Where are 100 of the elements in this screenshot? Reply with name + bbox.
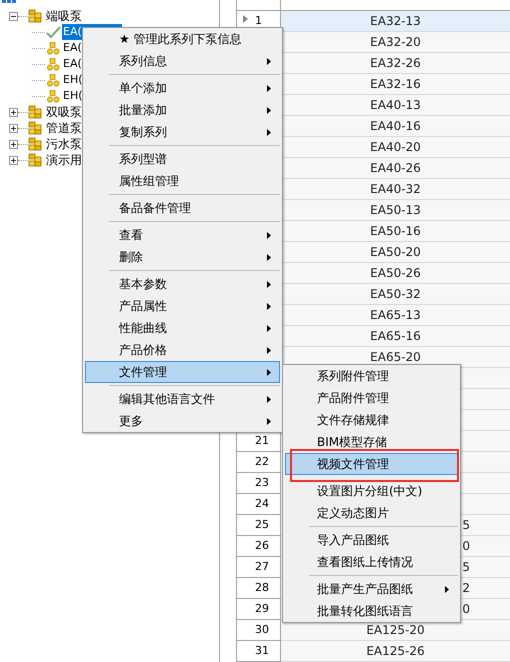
check-icon — [46, 26, 60, 38]
cube-stack-icon — [28, 9, 42, 23]
menu-item[interactable]: 批量产生产品图纸 — [285, 578, 458, 600]
row-number: 29 — [255, 603, 269, 614]
expand-icon[interactable] — [9, 124, 18, 132]
submenu-arrow-icon — [267, 254, 271, 260]
submenu-arrow-icon — [267, 302, 271, 310]
table-cell: EA40-26 — [281, 158, 510, 179]
menu-item[interactable]: 文件存储规律 — [285, 409, 458, 431]
submenu-arrow-icon — [267, 368, 271, 376]
submenu-arrow-icon — [267, 280, 271, 288]
collapse-icon[interactable] — [9, 12, 18, 20]
table-cell: EA125-26 — [281, 641, 510, 662]
row-number: 31 — [255, 645, 269, 656]
row-number: 24 — [255, 498, 269, 509]
menu-item[interactable]: 基本参数 — [85, 273, 280, 295]
row-header[interactable]: 21 — [237, 431, 281, 452]
expand-icon[interactable] — [9, 140, 18, 148]
table-cell: EA50-20 — [281, 242, 510, 263]
tree-node[interactable]: EH( — [62, 88, 84, 104]
table-cell: EA65-16 — [281, 326, 510, 347]
menu-item[interactable]: 系列型谱 — [85, 148, 280, 170]
menu-item[interactable]: 文件管理 — [85, 361, 280, 383]
submenu-arrow-icon — [267, 58, 271, 64]
menu-item[interactable]: 视频文件管理 — [285, 453, 458, 475]
cube-stack-icon — [28, 137, 42, 151]
table-cell: EA50-13 — [281, 200, 510, 221]
submenu-arrow-icon — [445, 586, 449, 592]
table-cell: EA32-26 — [281, 53, 510, 74]
tree-node[interactable]: 端吸泵 — [46, 8, 82, 24]
row-number: 1 — [255, 15, 262, 26]
row-number: 21 — [255, 435, 269, 446]
row-header[interactable]: 27 — [237, 557, 281, 578]
cube-stack-icon — [28, 121, 42, 135]
row-header[interactable]: 24 — [237, 494, 281, 515]
menu-item[interactable]: 复制系列 — [85, 121, 280, 143]
menu-item[interactable]: 编辑其他语言文件 — [85, 388, 280, 410]
submenu-arrow-icon — [267, 418, 271, 424]
tree-node[interactable]: 演示用 — [46, 152, 82, 168]
pump-icon — [46, 90, 60, 102]
menu-item[interactable]: 产品价格 — [85, 339, 280, 361]
table-cell: EA40-13 — [281, 95, 510, 116]
tree-node[interactable]: 双吸泵 — [46, 104, 82, 120]
menu-item[interactable]: BIM模型存储 — [285, 431, 458, 453]
row-header[interactable]: 23 — [237, 473, 281, 494]
menu-item[interactable]: 备品备件管理 — [85, 197, 280, 219]
row-number: 25 — [255, 519, 269, 530]
row-number: 27 — [255, 561, 269, 572]
row-header[interactable]: 22 — [237, 452, 281, 473]
table-cell: EA40-16 — [281, 116, 510, 137]
submenu-arrow-icon — [267, 106, 271, 114]
menu-item[interactable]: 系列信息 — [85, 50, 280, 72]
menu-item[interactable]: 设置图片分组(中文) — [285, 480, 458, 502]
table-cell: EA50-32 — [281, 284, 510, 305]
row-number: 22 — [255, 456, 269, 467]
menu-item[interactable]: 单个添加 — [85, 77, 280, 99]
row-number: 30 — [255, 624, 269, 635]
cube-stack-icon — [28, 153, 42, 167]
menu-item[interactable]: 属性组管理 — [85, 170, 280, 192]
row-header[interactable]: 28 — [237, 578, 281, 599]
table-cell: EA32-20 — [281, 32, 510, 53]
menu-item[interactable]: 性能曲线 — [85, 317, 280, 339]
submenu-arrow-icon — [267, 232, 271, 238]
pump-icon — [46, 42, 60, 54]
row-number: 28 — [255, 582, 269, 593]
table-cell: EA50-16 — [281, 221, 510, 242]
table-cell: EA50-26 — [281, 263, 510, 284]
tree-node[interactable]: 污水泵 — [46, 136, 82, 152]
menu-item[interactable]: 系列附件管理 — [285, 365, 458, 387]
current-row-icon — [243, 15, 248, 23]
submenu-arrow-icon — [267, 396, 271, 402]
menu-item[interactable]: 更多 — [85, 410, 280, 432]
tree-node[interactable]: 管道泵 — [46, 120, 82, 136]
menu-item[interactable]: 查看 — [85, 224, 280, 246]
tree-node[interactable]: EA( — [62, 40, 83, 56]
row-header[interactable]: 25 — [237, 515, 281, 536]
cube-stack-icon — [28, 105, 42, 119]
row-header[interactable]: 30 — [237, 620, 281, 641]
expand-icon[interactable] — [9, 156, 18, 164]
submenu-arrow-icon — [267, 346, 271, 354]
menu-item[interactable]: 产品属性 — [85, 295, 280, 317]
row-header[interactable]: 29 — [237, 599, 281, 620]
row-number: 23 — [255, 477, 269, 488]
table-cell: EA65-13 — [281, 305, 510, 326]
tree-node[interactable]: EH( — [62, 72, 84, 88]
pump-icon — [46, 58, 60, 70]
submenu-arrow-icon — [267, 128, 271, 136]
expand-icon[interactable] — [9, 108, 18, 116]
submenu-arrow-icon — [267, 324, 271, 332]
menu-item[interactable]: 删除 — [85, 246, 280, 268]
row-header[interactable]: 31 — [237, 641, 281, 662]
menu-item[interactable]: 产品附件管理 — [285, 387, 458, 409]
submenu-arrow-icon — [267, 84, 271, 92]
row-header[interactable]: 26 — [237, 536, 281, 557]
row-number: 26 — [255, 540, 269, 551]
menu-item[interactable]: 批量添加 — [85, 99, 280, 121]
tree-node[interactable]: EA( — [62, 56, 83, 72]
menu-item[interactable]: 批量转化图纸语言 — [285, 600, 458, 622]
table-cell: EA40-20 — [281, 137, 510, 158]
table-cell: EA40-32 — [281, 179, 510, 200]
